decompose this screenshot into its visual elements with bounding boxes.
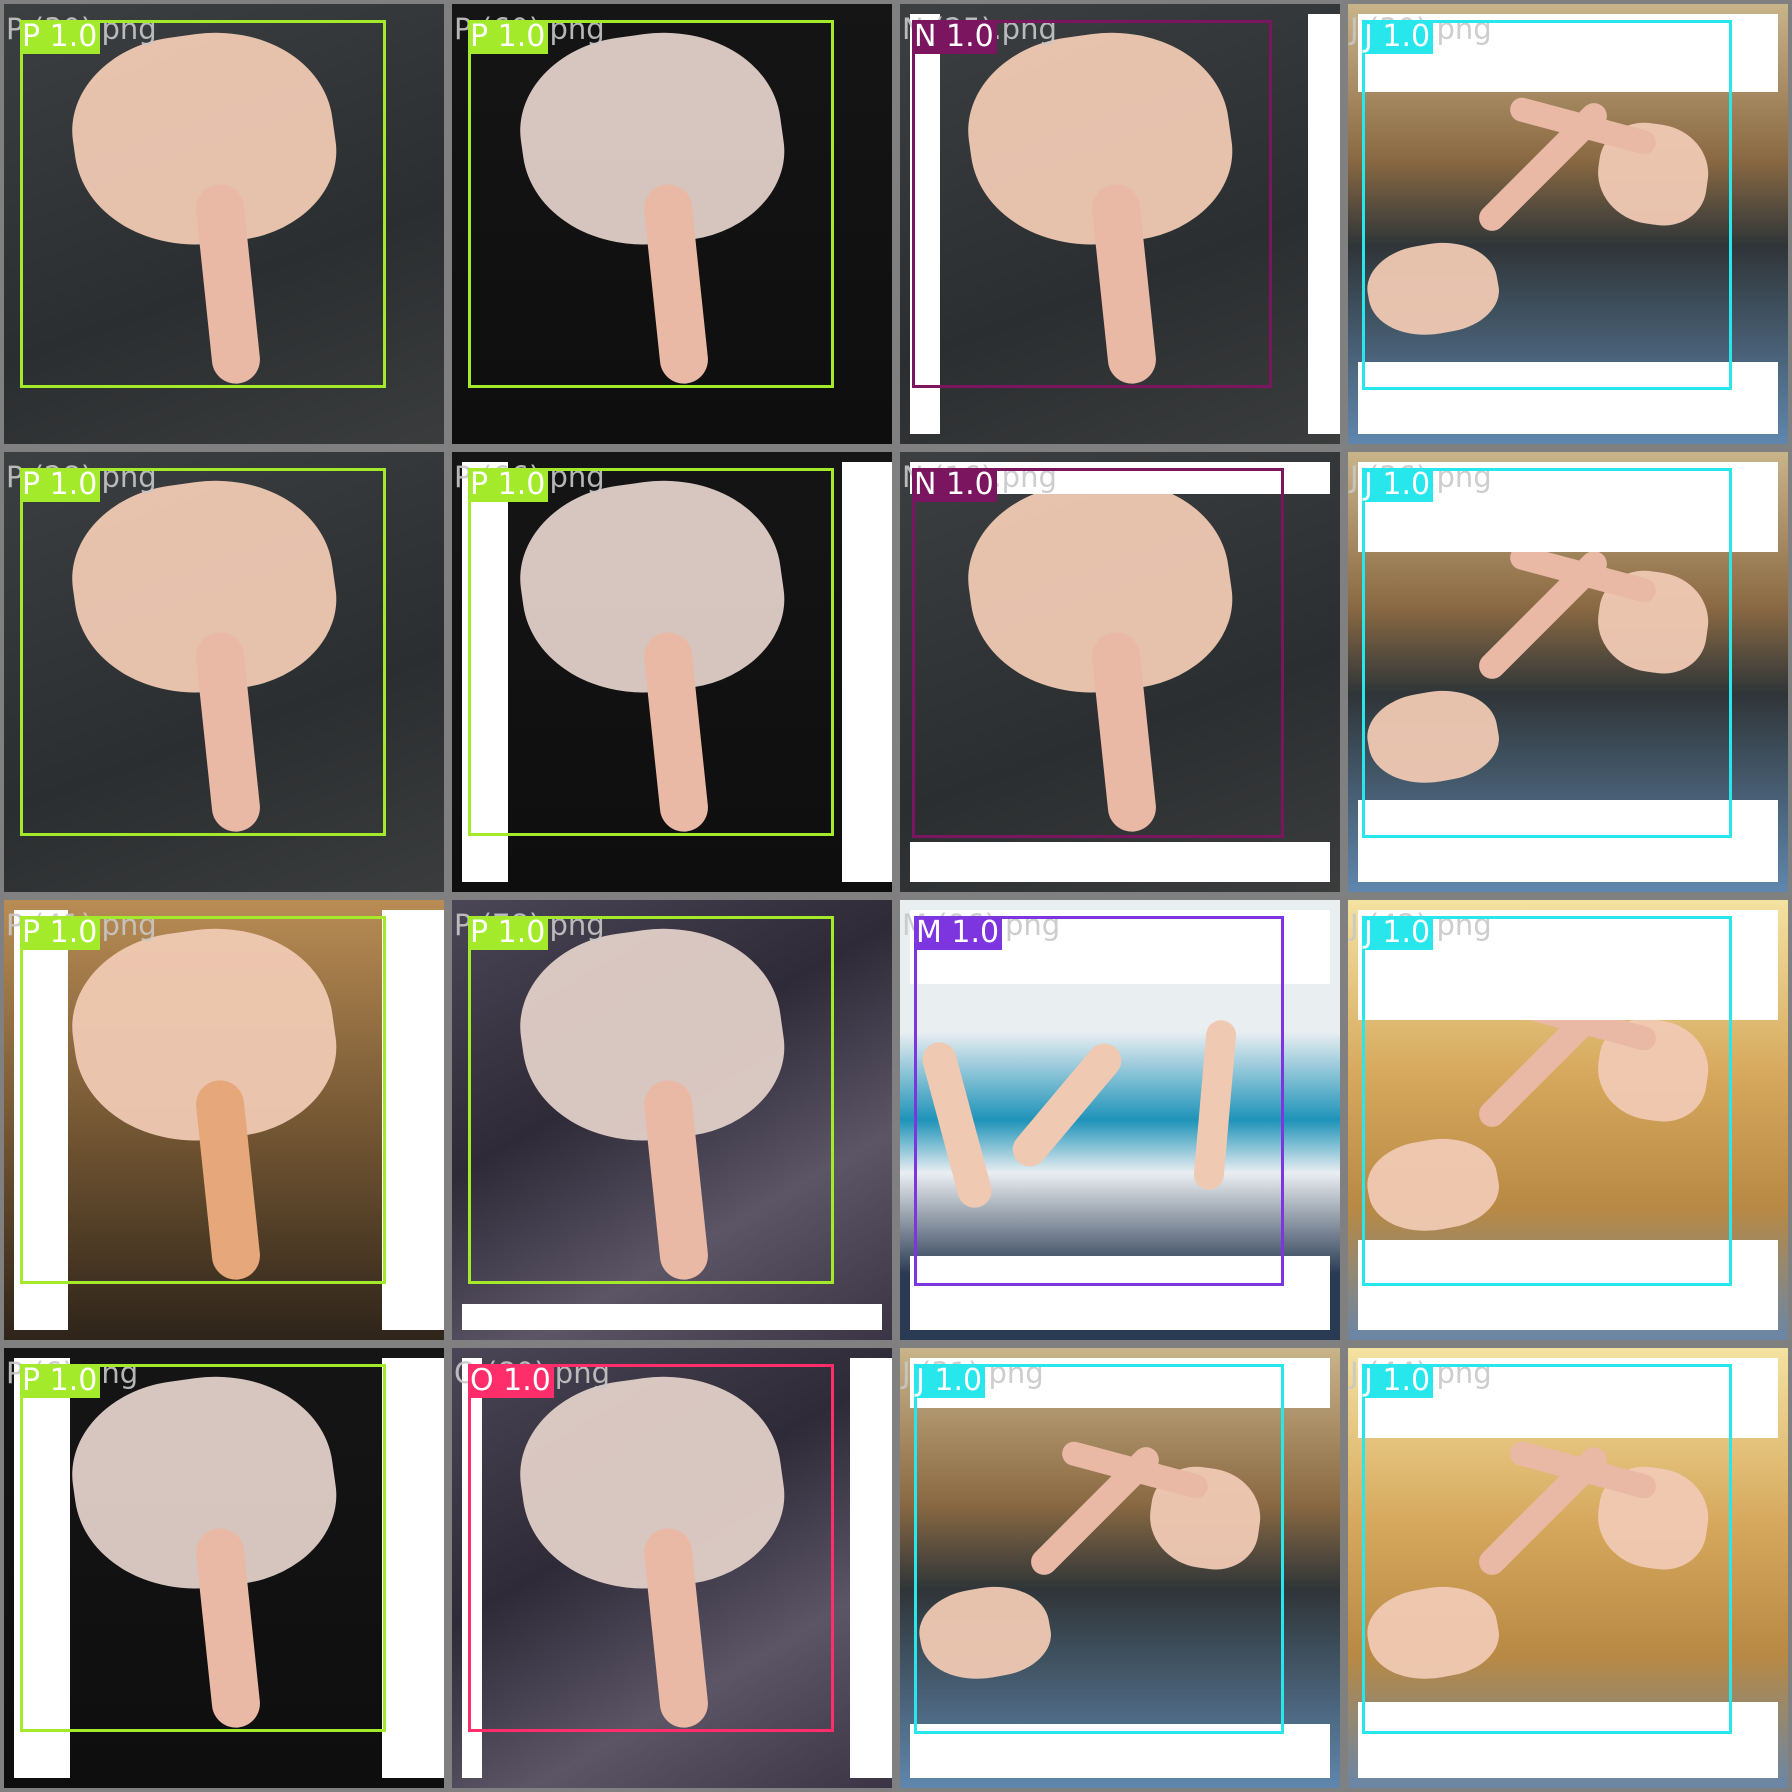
mosaic-tile: J (36).pngJ 1.0 <box>1348 452 1788 892</box>
class-label: N 1.0 <box>912 468 997 502</box>
bounding-box: J 1.0 <box>1362 20 1732 390</box>
class-label: P 1.0 <box>20 1364 101 1398</box>
bounding-box: O 1.0 <box>468 1364 834 1732</box>
class-label: P 1.0 <box>20 20 101 54</box>
bounding-box: N 1.0 <box>912 468 1284 838</box>
letterbox-padding <box>842 462 892 882</box>
letterbox-padding <box>1308 14 1340 434</box>
class-label: O 1.0 <box>468 1364 554 1398</box>
mosaic-tile: P (28).pngP 1.0 <box>4 452 444 892</box>
class-label: J 1.0 <box>1362 468 1434 502</box>
class-label: M 1.0 <box>914 916 1003 950</box>
bounding-box: J 1.0 <box>1362 916 1732 1286</box>
mosaic-grid: P (30).pngP 1.0P (60).pngP 1.0N (25).png… <box>0 0 1792 1792</box>
mosaic-tile: P (6).pngP 1.0 <box>4 1348 444 1788</box>
bounding-box: P 1.0 <box>20 468 386 836</box>
class-label: J 1.0 <box>1362 916 1434 950</box>
class-label: P 1.0 <box>468 20 549 54</box>
mosaic-tile: J (30).pngJ 1.0 <box>1348 4 1788 444</box>
letterbox-padding <box>382 910 444 1330</box>
letterbox-padding <box>850 1358 892 1778</box>
class-label: J 1.0 <box>1362 1364 1434 1398</box>
bounding-box: J 1.0 <box>914 1364 1284 1734</box>
letterbox-padding <box>462 1304 882 1330</box>
bounding-box: J 1.0 <box>1362 1364 1732 1734</box>
bounding-box: P 1.0 <box>20 20 386 388</box>
bounding-box: P 1.0 <box>468 468 834 836</box>
mosaic-tile: P (41).pngP 1.0 <box>4 900 444 1340</box>
mosaic-tile: P (60).pngP 1.0 <box>452 4 892 444</box>
bounding-box: P 1.0 <box>20 1364 386 1732</box>
letterbox-padding <box>382 1358 444 1778</box>
mosaic-tile: J (31).pngJ 1.0 <box>900 1348 1340 1788</box>
mosaic-tile: O (80).pngO 1.0 <box>452 1348 892 1788</box>
class-label: P 1.0 <box>468 916 549 950</box>
bounding-box: P 1.0 <box>468 20 834 388</box>
bounding-box: J 1.0 <box>1362 468 1732 838</box>
class-label: P 1.0 <box>468 468 549 502</box>
mosaic-tile: M (96).pngM 1.0 <box>900 900 1340 1340</box>
mosaic-tile: P (30).pngP 1.0 <box>4 4 444 444</box>
class-label: P 1.0 <box>20 916 101 950</box>
mosaic-tile: N (25).pngN 1.0 <box>900 4 1340 444</box>
mosaic-tile: N (16).pngN 1.0 <box>900 452 1340 892</box>
mosaic-tile: P (66).pngP 1.0 <box>452 452 892 892</box>
bounding-box: P 1.0 <box>20 916 386 1284</box>
letterbox-padding <box>910 842 1330 882</box>
class-label: J 1.0 <box>914 1364 986 1398</box>
class-label: J 1.0 <box>1362 20 1434 54</box>
bounding-box: N 1.0 <box>912 20 1272 388</box>
mosaic-tile: J (44).pngJ 1.0 <box>1348 1348 1788 1788</box>
class-label: N 1.0 <box>912 20 997 54</box>
bounding-box: P 1.0 <box>468 916 834 1284</box>
mosaic-tile: P (78).pngP 1.0 <box>452 900 892 1340</box>
bounding-box: M 1.0 <box>914 916 1284 1286</box>
mosaic-tile: J (42).pngJ 1.0 <box>1348 900 1788 1340</box>
class-label: P 1.0 <box>20 468 101 502</box>
